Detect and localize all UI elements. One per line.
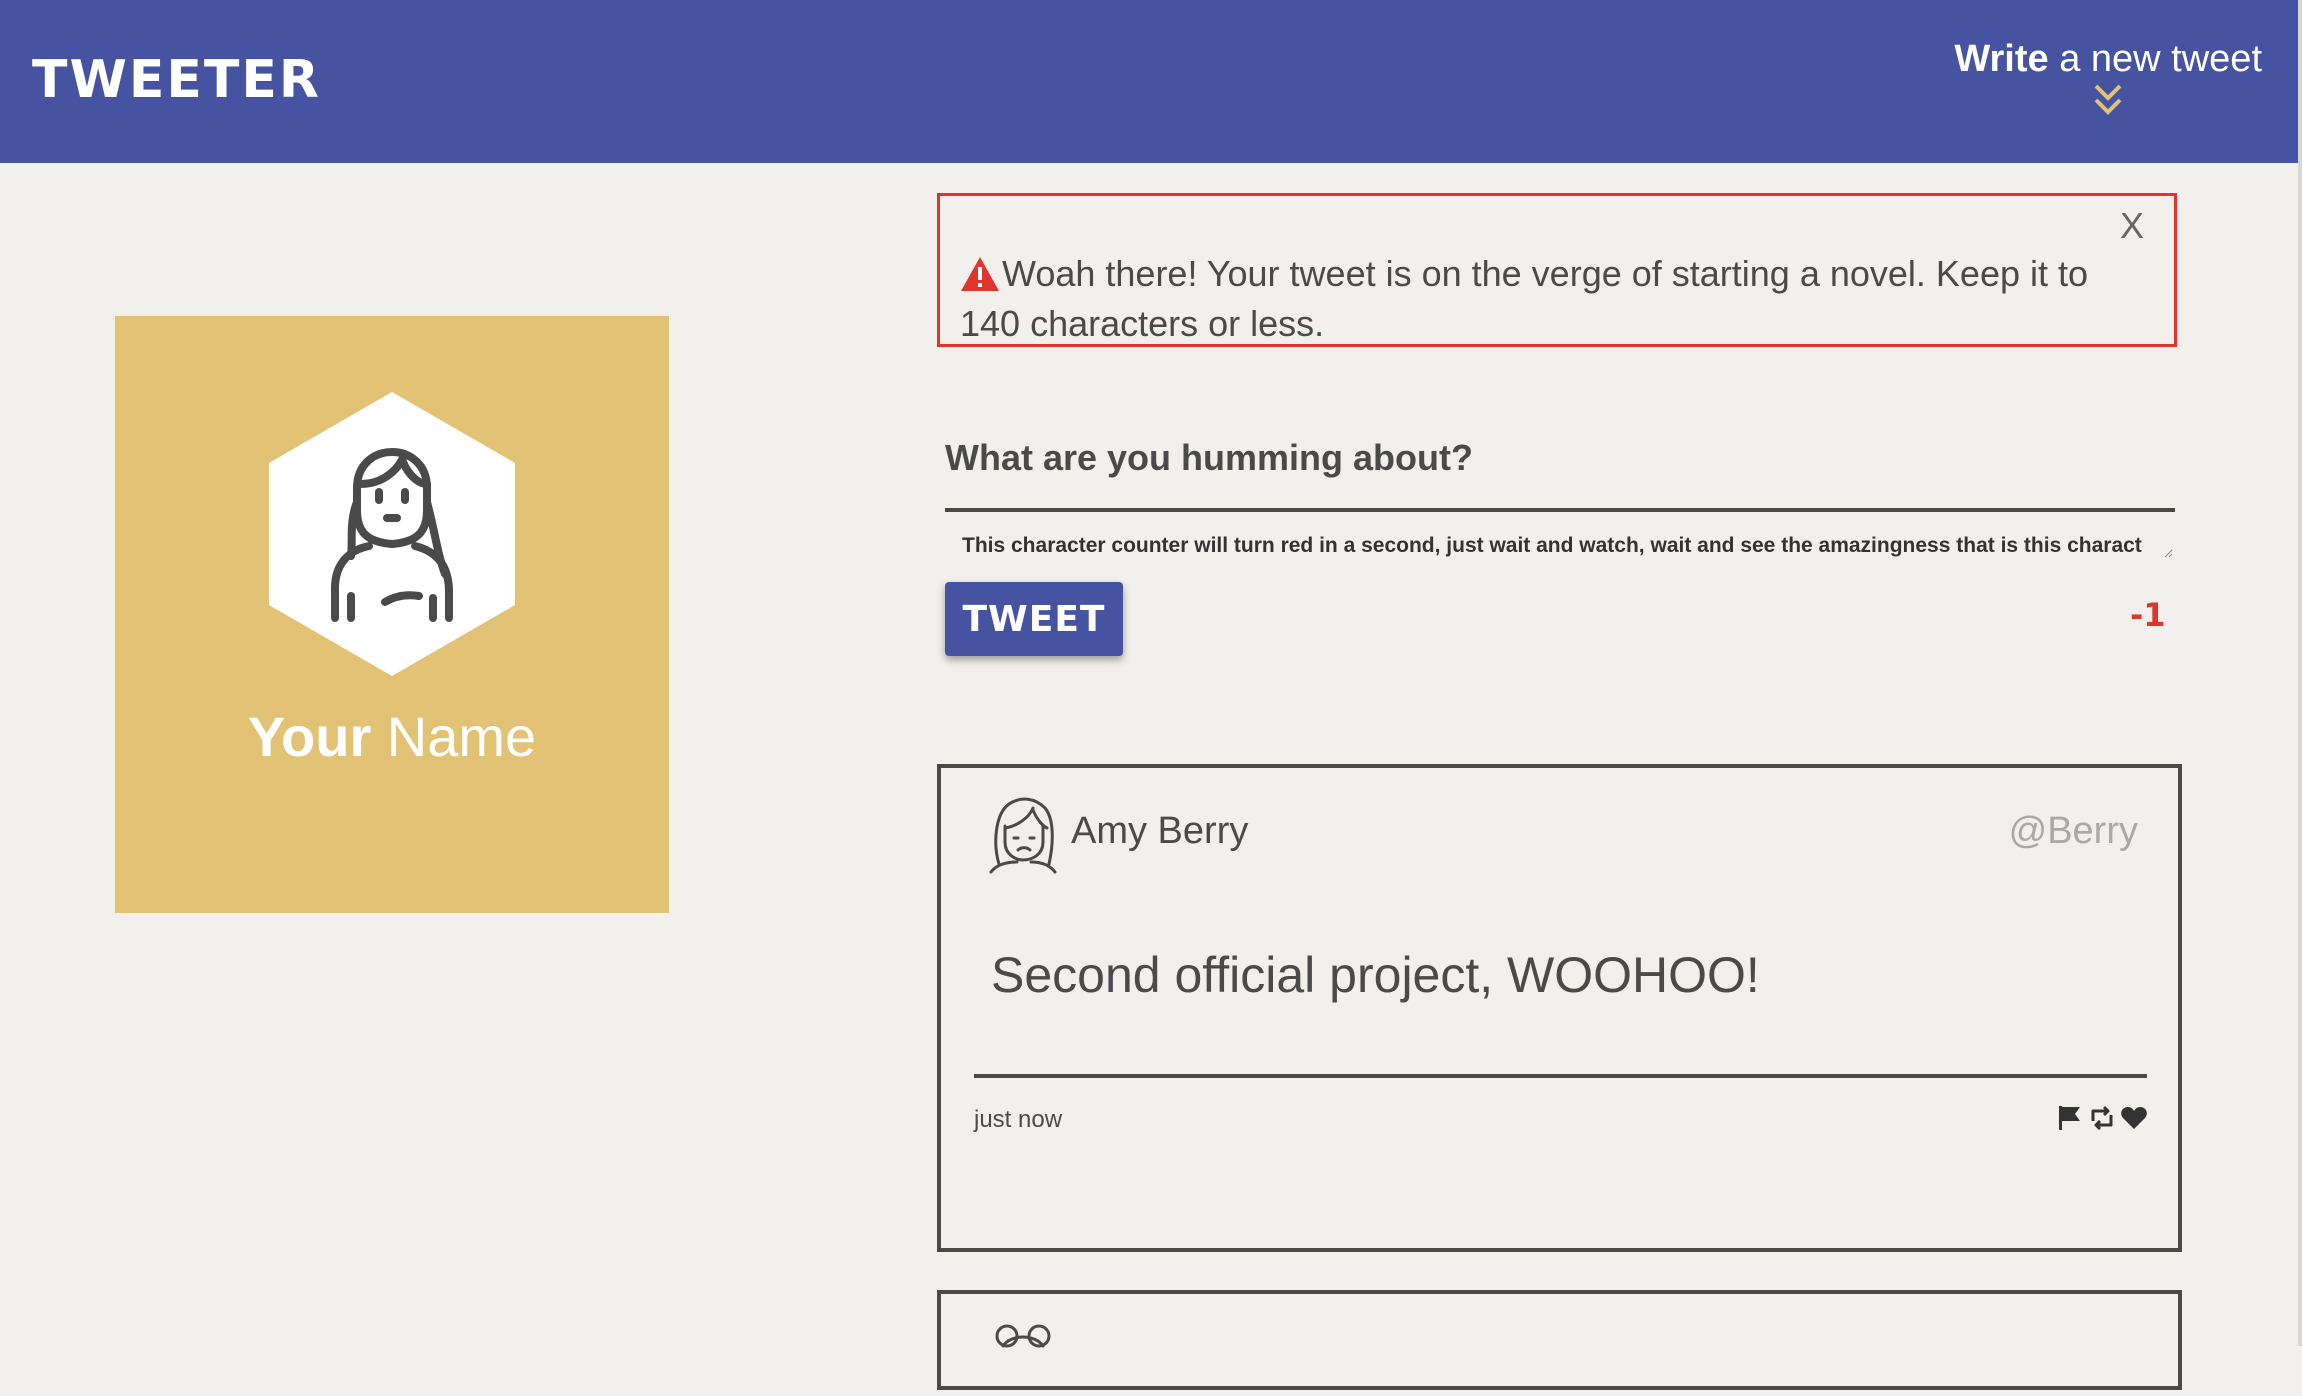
error-message-text: Woah there! Your tweet is on the verge o… xyxy=(960,253,2089,344)
flag-icon[interactable] xyxy=(2056,1104,2084,1132)
double-chevron-down-icon[interactable] xyxy=(1954,83,2262,122)
profile-name-rest: Name xyxy=(371,705,537,768)
retweet-icon[interactable] xyxy=(2088,1104,2116,1132)
profile-name: Your Name xyxy=(115,704,669,769)
compose-prompt: What are you humming about? xyxy=(945,437,1473,478)
user-avatar-icon xyxy=(995,1324,1051,1348)
tweet-content: Second official project, WOOHOO! xyxy=(991,947,1760,1003)
profile-card: Your Name xyxy=(115,316,669,913)
error-message: Woah there! Your tweet is on the verge o… xyxy=(960,252,2114,346)
tweet-handle: @Berry xyxy=(2008,810,2138,852)
compose-label-bold: Write xyxy=(1954,38,2049,80)
compose-label[interactable]: Write a new tweet xyxy=(1954,38,2262,81)
tweet-author: Amy Berry xyxy=(1071,810,1249,852)
tweet-card xyxy=(937,1290,2182,1390)
brand-logo[interactable]: TWEETER xyxy=(32,50,321,110)
tweet-card: Amy Berry @Berry Second official project… xyxy=(937,764,2182,1252)
tweet-divider xyxy=(974,1074,2147,1078)
compose-label-rest: a new tweet xyxy=(2048,38,2262,80)
page-edge xyxy=(2298,0,2302,1346)
top-nav: TWEETER Write a new tweet xyxy=(0,0,2298,163)
tweet-button[interactable]: TWEET xyxy=(945,582,1123,656)
tweet-actions xyxy=(2056,1104,2148,1132)
close-button[interactable]: X xyxy=(2112,206,2152,246)
warning-icon xyxy=(960,256,1000,302)
error-banner: X Woah there! Your tweet is on the verge… xyxy=(937,193,2177,347)
profile-avatar-icon xyxy=(269,392,515,676)
user-avatar-icon xyxy=(989,797,1057,874)
tweet-textarea[interactable]: This character counter will turn red in … xyxy=(945,508,2175,560)
profile-name-bold: Your xyxy=(247,705,372,768)
tweet-textarea-value: This character counter will turn red in … xyxy=(962,534,2142,557)
character-counter: -1 xyxy=(2130,596,2166,634)
write-new-tweet-toggle[interactable]: Write a new tweet xyxy=(1954,38,2262,122)
heart-icon[interactable] xyxy=(2120,1104,2148,1132)
resize-handle-icon[interactable] xyxy=(2163,548,2173,558)
tweet-timestamp: just now xyxy=(974,1106,1063,1133)
